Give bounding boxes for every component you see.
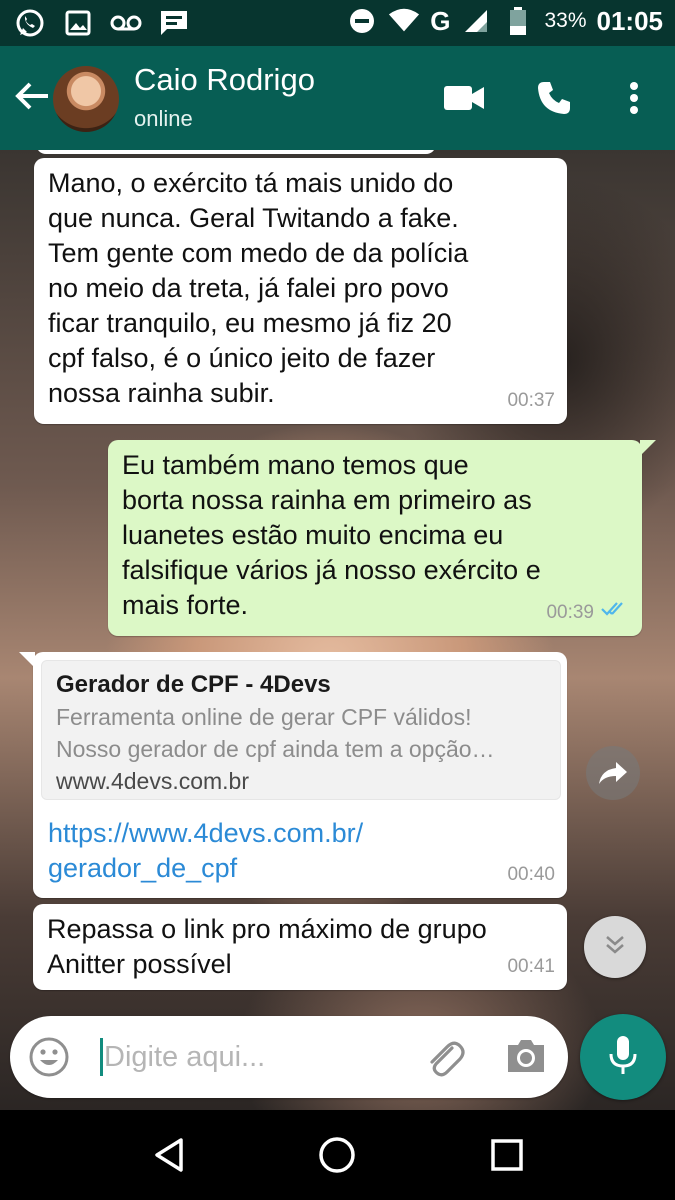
incoming-link-message[interactable]: Gerador de CPF - 4Devs Ferramenta online…: [19, 652, 567, 898]
system-navigation-bar: [0, 1110, 675, 1200]
message-time: 00:40: [507, 857, 555, 892]
gallery-icon: [62, 6, 94, 40]
battery-icon: [502, 4, 534, 38]
conversation-header: Caio Rodrigo online: [0, 46, 675, 150]
camera-icon[interactable]: [504, 1036, 548, 1080]
message-link[interactable]: https://www.4devs.com.br/ gerador_de_cpf: [48, 816, 363, 886]
home-circle-icon[interactable]: [314, 1132, 360, 1178]
link-preview-card[interactable]: Gerador de CPF - 4Devs Ferramenta online…: [41, 660, 561, 800]
preview-description: Nosso gerador de cpf ainda tem a opção…: [56, 736, 495, 762]
contact-status: online: [134, 106, 193, 131]
system-status: G 33% 01:05: [346, 4, 663, 38]
phone-call-icon[interactable]: [532, 76, 576, 120]
more-options-icon[interactable]: [612, 76, 656, 120]
message-text: Repassa o link pro máximo de grupo Anitt…: [47, 914, 487, 979]
message-text: Mano, o exército tá mais unido do que nu…: [48, 168, 469, 408]
preview-domain: www.4devs.com.br: [56, 768, 250, 794]
text-cursor: [100, 1038, 103, 1076]
attach-icon[interactable]: [422, 1036, 466, 1080]
timestamp: 00:37: [507, 390, 555, 411]
timestamp: 00:39: [546, 602, 594, 623]
microphone-icon: [608, 1034, 638, 1081]
timestamp: 00:40: [507, 864, 555, 885]
contact-name[interactable]: Caio Rodrigo: [134, 62, 315, 98]
bubble-tail: [640, 440, 656, 456]
message-time: 00:37: [507, 383, 555, 418]
message-icon: [158, 6, 190, 40]
battery-percent: 33%: [544, 9, 587, 32]
do-not-disturb-icon: [346, 4, 378, 38]
emoji-icon[interactable]: [28, 1036, 70, 1078]
avatar[interactable]: [53, 66, 119, 132]
back-arrow-icon[interactable]: [12, 76, 52, 116]
voice-message-button[interactable]: [580, 1014, 666, 1100]
message-time: 00:39: [546, 595, 630, 630]
recent-apps-icon[interactable]: [484, 1132, 530, 1178]
signal-icon: [460, 4, 492, 38]
video-call-icon[interactable]: [442, 76, 486, 120]
double-check-icon: [600, 595, 630, 630]
bubble-tail: [19, 652, 35, 668]
status-bar: G 33% 01:05: [0, 0, 675, 46]
wifi-icon: [388, 4, 420, 38]
double-chevron-down-icon: [602, 932, 628, 963]
whatsapp-icon: [14, 6, 46, 40]
message-composer: [10, 1016, 568, 1098]
preview-description: Ferramenta online de gerar CPF válidos!: [56, 704, 472, 730]
message-list[interactable]: Mano, o exército tá mais unido do que nu…: [0, 150, 675, 1110]
message-input[interactable]: [104, 1034, 404, 1080]
preview-title: Gerador de CPF - 4Devs: [56, 671, 331, 698]
message-time: 00:41: [507, 949, 555, 984]
scroll-to-bottom-button[interactable]: [584, 916, 646, 978]
network-type: G: [430, 5, 451, 36]
notification-icons: [14, 6, 190, 40]
clock: 01:05: [596, 5, 664, 36]
previous-message-edge: [36, 150, 436, 154]
forward-icon[interactable]: [586, 746, 640, 800]
voicemail-icon: [110, 6, 142, 40]
incoming-message[interactable]: Mano, o exército tá mais unido do que nu…: [34, 158, 567, 424]
outgoing-message[interactable]: Eu também mano temos que borta nossa rai…: [108, 440, 656, 636]
incoming-message[interactable]: Repassa o link pro máximo de grupo Anitt…: [33, 904, 567, 990]
back-triangle-icon[interactable]: [146, 1132, 192, 1178]
timestamp: 00:41: [507, 956, 555, 977]
